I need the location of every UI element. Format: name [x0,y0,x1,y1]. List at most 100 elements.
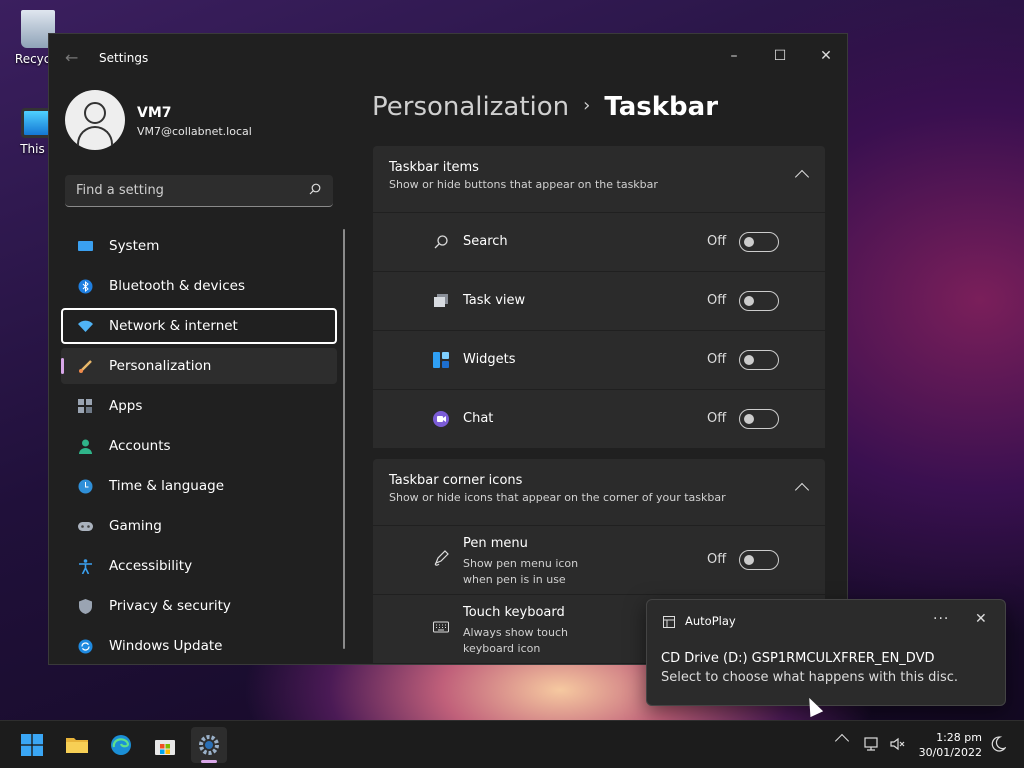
sidebar-item-windows-update[interactable]: Windows Update [61,628,337,664]
accessibility-icon [79,559,92,574]
chevron-up-icon[interactable] [834,733,850,749]
start-button[interactable] [14,727,50,763]
minimize-button[interactable]: – [711,40,757,72]
title-bar[interactable]: ← Settings – ☐ ✕ [49,34,847,82]
more-options-icon[interactable]: ··· [933,611,949,627]
group-title: Taskbar corner icons [389,473,523,488]
taskbar-items-header[interactable]: Taskbar items Show or hide buttons that … [373,146,825,212]
person-icon [79,439,92,454]
sidebar-item-system[interactable]: System [61,228,337,264]
sidebar-item-label: Network & internet [109,318,238,334]
search-toggle[interactable] [739,232,779,252]
group-title: Taskbar items [389,160,479,175]
file-explorer-button[interactable] [59,727,95,763]
sidebar-item-label: Bluetooth & devices [109,278,246,294]
system-clock[interactable]: 1:28 pm 30/01/2022 [916,730,982,760]
network-icon[interactable] [864,736,880,752]
windows-logo-icon [21,734,43,756]
toggle-state: Off [707,234,727,249]
search-box [65,175,333,207]
setting-row-task-view: Task view Off [373,272,825,330]
sidebar-item-apps[interactable]: Apps [61,388,337,424]
settings-content: Taskbar items Show or hide buttons that … [373,146,825,664]
sidebar-item-bluetooth[interactable]: Bluetooth & devices [61,268,337,304]
group-subtitle: Show or hide buttons that appear on the … [389,178,658,191]
store-bag-icon [155,740,175,755]
clock-date: 30/01/2022 [918,746,982,759]
sidebar-item-time-language[interactable]: Time & language [61,468,337,504]
sidebar-item-label: Personalization [109,358,212,374]
window-title: Settings [99,51,149,65]
search-icon [434,235,448,249]
toggle-state: Off [707,411,727,426]
task-view-toggle[interactable] [739,291,779,311]
focus-assist-moon-icon[interactable] [990,736,1006,752]
taskbar-corner-icons-header[interactable]: Taskbar corner icons Show or hide icons … [373,459,825,525]
sidebar-item-privacy[interactable]: Privacy & security [61,588,337,624]
setting-row-widgets: Widgets Off [373,331,825,389]
settings-window: ← Settings – ☐ ✕ VM7 VM7@collabnet.local… [48,33,848,665]
back-arrow-icon[interactable]: ← [65,48,78,67]
folder-icon [66,738,88,753]
widgets-icon [433,352,449,368]
avatar [65,90,125,150]
bluetooth-icon [78,279,93,294]
search-icon[interactable] [309,183,321,195]
chat-toggle[interactable] [739,409,779,429]
close-icon[interactable]: ✕ [975,611,987,627]
sidebar-item-personalization[interactable]: Personalization [61,348,337,384]
microsoft-store-button[interactable] [147,727,183,763]
widgets-toggle[interactable] [739,350,779,370]
close-button[interactable]: ✕ [803,40,847,72]
setting-label: Chat [463,411,494,426]
setting-label: Widgets [463,352,516,367]
apps-icon [78,399,92,413]
maximize-button[interactable]: ☐ [757,40,803,72]
clock-time: 1:28 pm [936,731,982,744]
sidebar-item-gaming[interactable]: Gaming [61,508,337,544]
toggle-state: Off [707,293,727,308]
sidebar-item-label: System [109,238,160,254]
chat-icon [433,411,449,427]
pen-menu-toggle[interactable] [739,550,779,570]
volume-muted-icon[interactable] [890,736,906,752]
brush-icon [79,360,92,373]
sidebar-item-label: Privacy & security [109,598,231,614]
autoplay-icon [663,616,675,628]
breadcrumb-separator: › [583,95,591,116]
search-input[interactable] [65,175,285,205]
sidebar-item-label: Gaming [109,518,162,534]
globe-clock-icon [78,479,93,494]
sidebar-item-label: Apps [109,398,143,414]
task-view-icon [434,294,448,307]
breadcrumb: Personalization › Taskbar [372,92,718,122]
notification-title: CD Drive (D:) GSP1RMCULXFRER_EN_DVD [661,651,935,666]
edge-button[interactable] [103,727,139,763]
settings-taskbar-button[interactable] [191,727,227,763]
setting-row-pen-menu: Pen menu Show pen menu icon when pen is … [373,526,825,594]
keyboard-icon [433,621,449,633]
taskbar: 1:28 pm 30/01/2022 [0,720,1024,768]
pen-icon [434,550,449,566]
notification-app-name: AutoPlay [685,614,736,628]
notification-body: Select to choose what happens with this … [661,670,959,685]
sidebar-item-label: Windows Update [109,638,223,654]
sidebar-item-network[interactable]: Network & internet [61,308,337,344]
sidebar-item-label: Accessibility [109,558,193,574]
sidebar-item-accessibility[interactable]: Accessibility [61,548,337,584]
sidebar-item-accounts[interactable]: Accounts [61,428,337,464]
setting-description: Always show touch keyboard icon [463,626,569,655]
page-title: Taskbar [604,92,719,122]
sidebar-nav: System Bluetooth & devices Network & int… [61,228,337,664]
breadcrumb-parent[interactable]: Personalization [372,92,569,122]
sidebar-scrollbar[interactable] [343,229,345,649]
setting-row-search: Search Off [373,213,825,271]
toggle-state: Off [707,352,727,367]
shield-icon [79,599,92,614]
user-profile[interactable]: VM7 VM7@collabnet.local [65,90,355,150]
setting-description: Show pen menu icon when pen is in use [463,557,579,586]
setting-label: Pen menu [463,536,528,551]
setting-label: Search [463,234,508,249]
autoplay-notification[interactable]: AutoPlay ··· ✕ CD Drive (D:) GSP1RMCULXF… [646,599,1006,706]
edge-browser-icon [111,735,131,755]
